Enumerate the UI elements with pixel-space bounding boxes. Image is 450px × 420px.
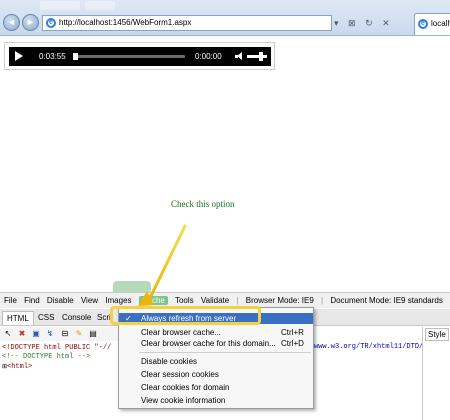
dropdown-icon[interactable]: ▾ — [334, 18, 339, 28]
shortcut-label: Ctrl+R — [281, 328, 304, 337]
menu-item-clear-cookies-domain[interactable]: Clear cookies for domain — [119, 382, 313, 393]
menu-tools[interactable]: Tools — [175, 296, 194, 305]
select-element-icon[interactable]: ↖ — [3, 329, 13, 339]
menu-item-clear-cache[interactable]: Clear browser cache... Ctrl+R — [119, 327, 313, 338]
menu-find[interactable]: Find — [24, 296, 40, 305]
stop-icon[interactable]: ✕ — [382, 18, 390, 28]
menu-separator — [139, 352, 311, 353]
menu-item-disable-cookies[interactable]: Disable cookies — [119, 356, 313, 367]
refresh-icon[interactable]: ↻ — [365, 18, 373, 28]
blurred-tab — [85, 1, 115, 10]
remaining-time: 0:00:00 — [195, 52, 222, 61]
clear-icon[interactable]: ✖ — [17, 329, 27, 339]
devtools-toolbar: ↖ ✖ ▣ ↯ ⊟ ✎ ▤ — [0, 327, 130, 341]
arrow-shaft — [148, 224, 187, 300]
blurred-tab — [40, 1, 80, 10]
refresh-dom-icon[interactable]: ↯ — [45, 329, 55, 339]
annotation-text: Check this option — [171, 199, 235, 209]
address-url: http://localhost:1456/WebForm1.aspx — [59, 18, 192, 27]
style-pane: Style — [422, 327, 450, 420]
speaker-icon[interactable] — [235, 52, 243, 61]
menu-item-clear-session-cookies[interactable]: Clear session cookies — [119, 369, 313, 380]
audio-player-frame: 0:03:55 0:00:00 — [4, 42, 275, 70]
word-wrap-icon[interactable]: ⊟ — [60, 329, 70, 339]
menu-item-view-cookie-info[interactable]: View cookie information — [119, 395, 313, 406]
code-doctype: <!DOCTYPE html PUBLIC "-// — [2, 344, 112, 352]
menu-cache[interactable]: Cache — [138, 296, 168, 305]
menu-disable[interactable]: Disable — [47, 296, 74, 305]
shortcut-label: Ctrl+D — [281, 339, 304, 348]
ie-logo-icon: e — [46, 18, 56, 28]
doctype-url-fragment: www.w3.org/TR/xhtml11/DTD/x — [314, 343, 428, 351]
compatibility-icon[interactable]: ⊠ — [348, 18, 356, 28]
ie-logo-icon: e — [418, 19, 428, 29]
volume-slider[interactable] — [247, 55, 267, 58]
volume-thumb[interactable] — [259, 52, 263, 61]
audio-player: 0:03:55 0:00:00 — [9, 47, 271, 66]
address-bar[interactable]: e http://localhost:1456/WebForm1.aspx — [42, 15, 332, 31]
tab-html[interactable]: HTML — [2, 311, 34, 325]
seek-bar[interactable] — [73, 53, 185, 60]
menu-validate[interactable]: Validate — [201, 296, 229, 305]
edit-icon[interactable]: ✎ — [74, 329, 84, 339]
code-comment: <!-- DOCTYPE html --> — [2, 353, 91, 361]
code-html[interactable]: ⊞<html> — [2, 362, 130, 372]
menu-browser-mode[interactable]: Browser Mode: IE9 — [246, 296, 314, 305]
menu-item-clear-cache-domain[interactable]: Clear browser cache for this domain... C… — [119, 338, 313, 349]
elapsed-time: 0:03:55 — [39, 52, 66, 61]
tab-style[interactable]: Style — [425, 328, 449, 341]
menu-document-mode[interactable]: Document Mode: IE9 standards — [330, 296, 443, 305]
outline-icon[interactable]: ▤ — [88, 329, 98, 339]
html-source: <!DOCTYPE html PUBLIC "-// <!-- DOCTYPE … — [0, 341, 130, 420]
back-button[interactable]: ◄ — [3, 14, 20, 31]
address-tools: ▾ ⊠ ↻ ✕ — [334, 15, 412, 31]
menu-images[interactable]: Images — [105, 296, 131, 305]
tab-console[interactable]: Console — [58, 311, 95, 325]
browser-tab[interactable]: e localh — [414, 13, 450, 35]
forward-button[interactable]: ► — [22, 14, 39, 31]
browser-chrome: ◄ ► e http://localhost:1456/WebForm1.asp… — [0, 0, 450, 36]
menu-view[interactable]: View — [81, 296, 98, 305]
save-icon[interactable]: ▣ — [31, 329, 41, 339]
seek-thumb[interactable] — [73, 53, 78, 60]
menu-separator: | — [236, 296, 239, 305]
tab-title: localh — [431, 19, 450, 28]
play-icon[interactable] — [15, 51, 23, 61]
tab-css[interactable]: CSS — [34, 311, 58, 325]
highlight-box — [110, 306, 261, 325]
menu-file[interactable]: File — [4, 296, 17, 305]
menu-separator: | — [321, 296, 324, 305]
